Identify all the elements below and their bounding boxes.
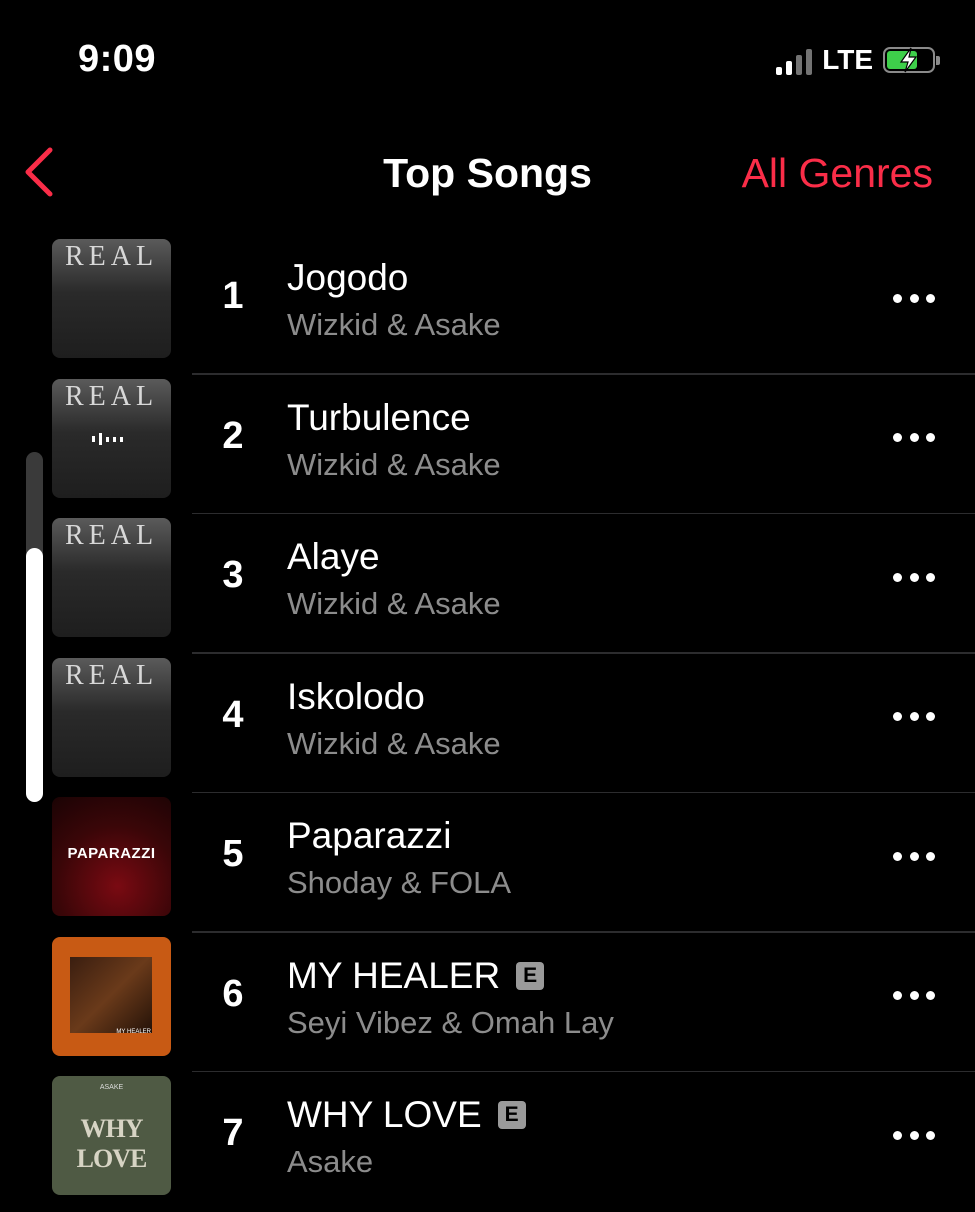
song-artist: Asake xyxy=(287,1144,374,1179)
song-row[interactable]: PAPARAZZI 5 Paparazzi Shoday & FOLA xyxy=(0,793,975,933)
signal-icon xyxy=(776,45,813,75)
song-row[interactable]: REAL 3 Alaye Wizkid & Asake xyxy=(0,514,975,654)
album-art: MY HEALER xyxy=(52,936,171,1056)
network-label: LTE xyxy=(822,44,873,75)
album-art: REAL xyxy=(52,378,171,498)
album-art: REAL xyxy=(52,239,171,358)
more-options-button[interactable] xyxy=(893,421,935,455)
album-art: ASAKE WHY LOVE xyxy=(52,1076,171,1195)
song-title: Jogodo xyxy=(287,257,409,298)
song-artist: Wizkid & Asake xyxy=(287,586,501,621)
song-title: WHY LOVE E xyxy=(287,1094,526,1136)
song-artist: Wizkid & Asake xyxy=(287,725,501,761)
album-art: REAL xyxy=(52,518,171,637)
song-title: Turbulence xyxy=(287,396,471,438)
song-title: Iskolodo xyxy=(287,675,425,717)
status-indicators: LTE xyxy=(776,44,940,76)
more-options-button[interactable] xyxy=(893,839,935,873)
song-title: Alaye xyxy=(287,536,380,577)
song-rank: 7 xyxy=(222,1112,244,1154)
status-bar: 9:09 LTE xyxy=(0,0,975,120)
song-row[interactable]: ASAKE WHY LOVE 7 WHY LOVE E Asake xyxy=(0,1072,975,1212)
more-options-button[interactable] xyxy=(893,979,935,1013)
song-artist: Shoday & FOLA xyxy=(287,865,512,900)
song-artist: Wizkid & Asake xyxy=(287,307,501,342)
song-list: REAL 1 Jogodo Wizkid & Asake REAL 2 Turb… xyxy=(0,235,975,1212)
explicit-badge: E xyxy=(516,961,545,990)
now-playing-icon xyxy=(92,432,123,445)
song-rank: 3 xyxy=(222,554,244,596)
explicit-badge: E xyxy=(497,1101,526,1129)
song-title: Paparazzi xyxy=(287,815,452,856)
more-options-button[interactable] xyxy=(893,281,935,315)
all-genres-button[interactable]: All Genres xyxy=(742,150,933,197)
song-row[interactable]: MY HEALER 6 MY HEALER E Seyi Vibez & Omah… xyxy=(0,933,975,1072)
more-options-button[interactable] xyxy=(893,1118,935,1152)
song-rank: 4 xyxy=(222,693,244,736)
album-art: REAL xyxy=(52,657,171,777)
more-options-button[interactable] xyxy=(893,700,935,734)
song-artist: Seyi Vibez & Omah Lay xyxy=(287,1004,614,1040)
album-art: PAPARAZZI xyxy=(52,797,171,916)
back-button[interactable] xyxy=(20,142,60,202)
song-rank: 6 xyxy=(222,972,244,1015)
song-title: MY HEALER E xyxy=(287,955,545,997)
status-time: 9:09 xyxy=(78,38,157,80)
song-rank: 2 xyxy=(222,414,244,457)
song-row[interactable]: REAL 2 Turbulence Wizkid & Asake xyxy=(0,375,975,514)
song-row[interactable]: REAL 1 Jogodo Wizkid & Asake xyxy=(0,235,975,375)
more-options-button[interactable] xyxy=(893,560,935,594)
song-artist: Wizkid & Asake xyxy=(287,446,501,482)
song-row[interactable]: REAL 4 Iskolodo Wizkid & Asake xyxy=(0,654,975,793)
song-rank: 1 xyxy=(222,275,244,317)
back-chevron-icon xyxy=(25,147,53,197)
navigation-bar: Top Songs All Genres xyxy=(0,130,975,220)
battery-charging-icon xyxy=(883,47,940,73)
song-rank: 5 xyxy=(222,833,244,875)
